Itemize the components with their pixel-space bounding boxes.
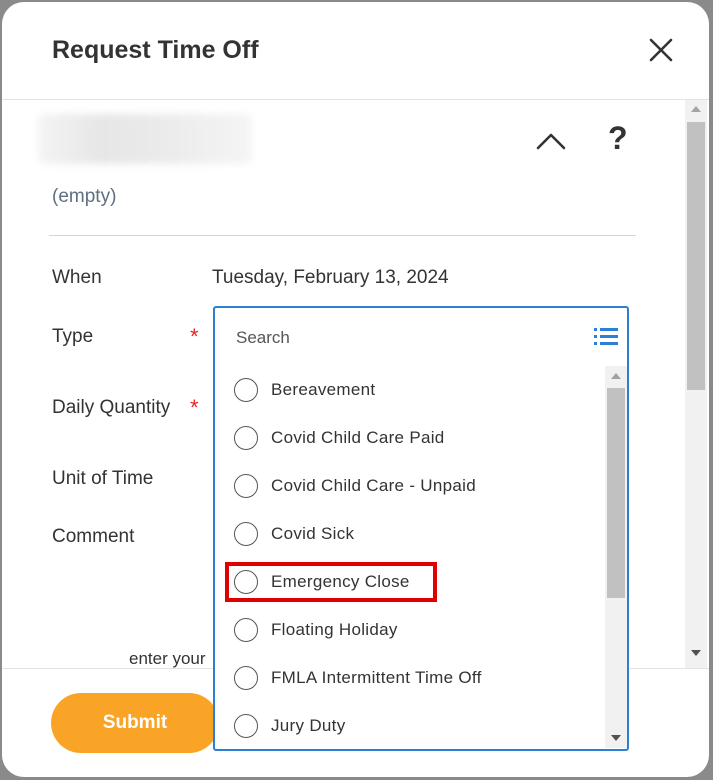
dialog-title: Request Time Off	[52, 36, 259, 64]
radio-button[interactable]	[234, 618, 258, 642]
type-required-mark: *	[190, 324, 199, 349]
option-label: FMLA Intermittent Time Off	[271, 668, 482, 687]
radio-button[interactable]	[234, 378, 258, 402]
option-label: Covid Child Care Paid	[271, 428, 445, 447]
option-floating-holiday[interactable]: Floating Holiday	[225, 612, 595, 648]
option-label: Bereavement	[271, 380, 376, 399]
daily-quantity-label: Daily Quantity	[52, 397, 171, 418]
list-view-icon	[594, 328, 618, 345]
close-icon	[649, 38, 673, 62]
unit-of-time-label: Unit of Time	[52, 468, 154, 489]
blurred-employee-name	[38, 114, 252, 164]
option-label: Covid Sick	[271, 524, 355, 543]
scroll-down-arrow[interactable]	[611, 735, 621, 741]
scrollbar-thumb[interactable]	[687, 122, 705, 390]
option-label: Floating Holiday	[271, 620, 398, 639]
option-fmla-intermittent-time-off[interactable]: FMLA Intermittent Time Off	[225, 660, 595, 696]
comment-hint-text: enter your	[129, 649, 206, 668]
request-time-off-dialog: Request Time Off ? (empty) When Tuesday,…	[2, 2, 709, 777]
submit-button[interactable]: Submit	[51, 693, 219, 753]
header-divider	[2, 99, 709, 100]
empty-value: (empty)	[52, 186, 117, 207]
option-bereavement[interactable]: Bereavement	[225, 372, 595, 408]
when-value: Tuesday, February 13, 2024	[212, 267, 449, 288]
option-covid-sick[interactable]: Covid Sick	[225, 516, 595, 552]
type-label: Type	[52, 326, 94, 347]
option-label: Jury Duty	[271, 716, 346, 735]
highlight-box	[225, 562, 437, 602]
when-label: When	[52, 267, 102, 288]
scrollbar-thumb[interactable]	[607, 388, 625, 598]
type-dropdown[interactable]: Search Bereavement Covid Child Care Paid	[213, 306, 629, 751]
option-label: Covid Child Care - Unpaid	[271, 476, 476, 495]
option-jury-duty[interactable]: Jury Duty	[225, 708, 595, 744]
scroll-down-arrow[interactable]	[691, 650, 701, 656]
radio-button[interactable]	[234, 474, 258, 498]
close-button[interactable]	[643, 32, 679, 68]
search-input[interactable]: Search	[236, 328, 290, 348]
help-icon[interactable]: ?	[608, 120, 628, 157]
option-covid-child-care-paid[interactable]: Covid Child Care Paid	[225, 420, 595, 456]
scroll-up-arrow[interactable]	[691, 106, 701, 112]
option-covid-child-care-unpaid[interactable]: Covid Child Care - Unpaid	[225, 468, 595, 504]
list-view-button[interactable]	[593, 326, 619, 348]
chevron-up-icon	[536, 133, 566, 150]
dialog-scrollbar[interactable]	[685, 100, 707, 668]
daily-quantity-required-mark: *	[190, 395, 199, 420]
radio-button[interactable]	[234, 666, 258, 690]
comment-label: Comment	[52, 526, 135, 547]
section-divider	[49, 235, 636, 236]
scroll-up-arrow[interactable]	[611, 373, 621, 379]
collapse-button[interactable]	[534, 126, 568, 156]
radio-button[interactable]	[234, 714, 258, 738]
dropdown-scrollbar[interactable]	[605, 366, 627, 748]
radio-button[interactable]	[234, 522, 258, 546]
radio-button[interactable]	[234, 426, 258, 450]
